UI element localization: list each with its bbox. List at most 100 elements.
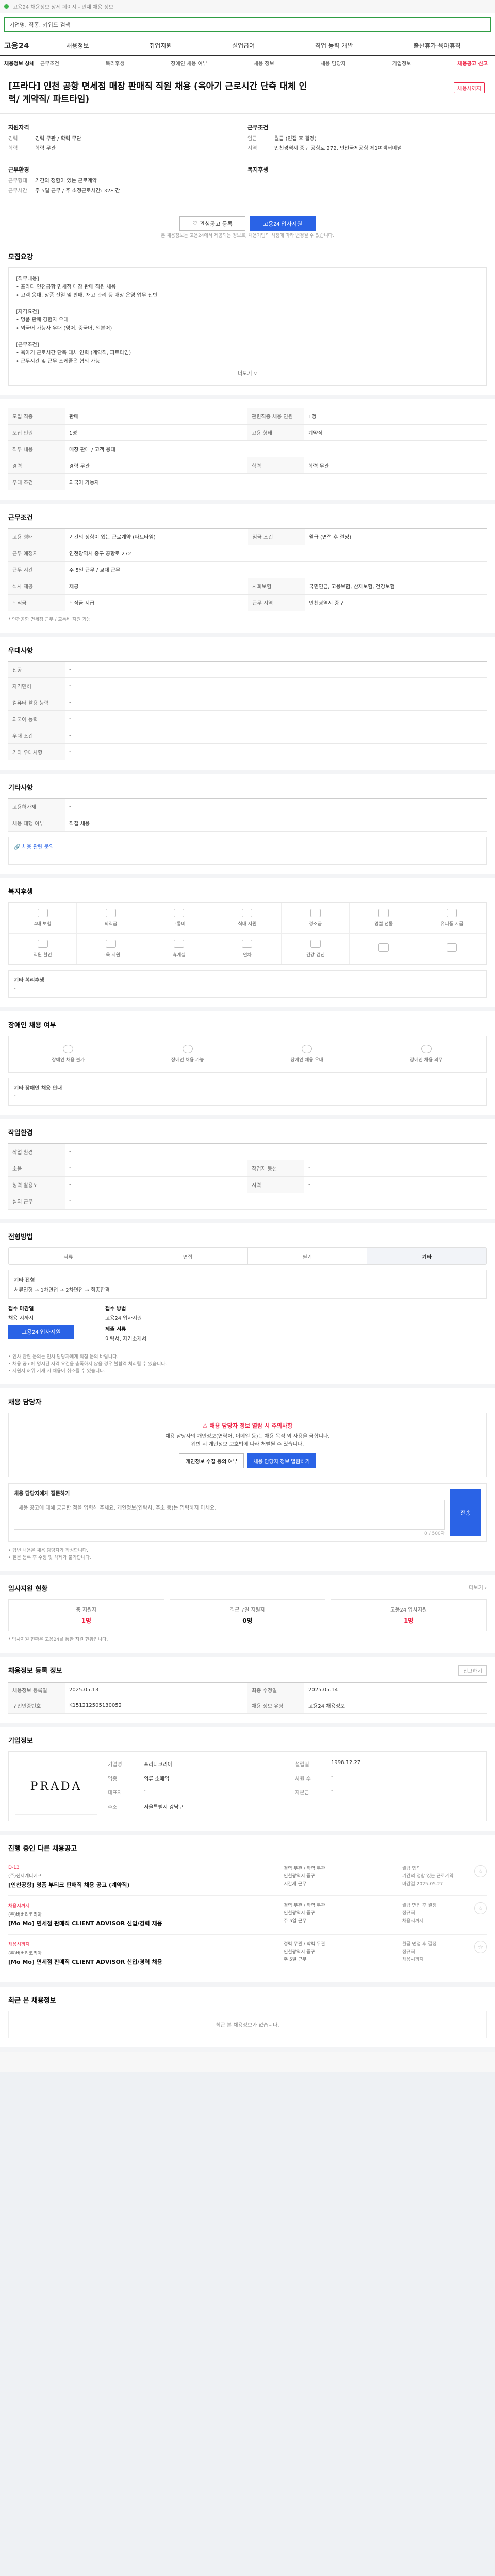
table-row: 컴퓨터 활용 능력 - <box>8 694 487 711</box>
table-value: 경력 무관 <box>65 457 248 474</box>
star-icon[interactable]: ☆ <box>474 1941 487 1953</box>
table-key: 채용 대행 여부 <box>8 815 65 832</box>
sub-nav-item-6[interactable]: 채용공고 신고 <box>457 59 488 67</box>
job-title: [프라다] 인천 공항 면세점 매장 판매직 직원 채용 (육아기 근로시간 단… <box>8 81 307 105</box>
table-row: 자격면허 - <box>8 677 487 694</box>
desc-line: • 외국어 가능자 우대 (영어, 중국어, 일본어) <box>16 326 112 331</box>
company-value: - <box>331 1774 333 1780</box>
welfare-label: 식대 지원 <box>238 922 257 927</box>
sub-nav-item-4[interactable]: 채용 담당자 <box>321 59 346 67</box>
summary-key: 지역 <box>248 146 257 151</box>
table-key: 퇴직금 <box>8 594 65 611</box>
nav-item-4[interactable]: 출산휴가·육아휴직 <box>410 41 464 50</box>
site-logo[interactable]: 고용24 <box>4 40 36 51</box>
view-contact-button[interactable]: 채용 담당자 정보 열람하기 <box>247 1453 316 1468</box>
nav-item-1[interactable]: 취업지원 <box>146 41 175 50</box>
job-item[interactable]: D-13 (주)신세계디에프 [인천공항] 명품 부티크 판매직 채용 공고 (계약… <box>8 1859 487 1896</box>
nav-item-0[interactable]: 채용정보 <box>63 41 92 50</box>
star-icon[interactable]: ☆ <box>474 1902 487 1914</box>
table-row: 외국어 능력 - <box>8 710 487 727</box>
stat-label: 총 지원자 <box>76 1607 97 1613</box>
star-icon[interactable]: ☆ <box>474 1865 487 1877</box>
reg-value: 2025.05.14 <box>304 1683 487 1698</box>
table-value: 1명 <box>65 424 248 441</box>
welfare-label: 경조금 <box>309 922 322 927</box>
table-value: - <box>65 1176 248 1193</box>
summary-row: 근무시간 주 5일 근무 / 주 소정근로시간: 32시간 <box>8 188 248 195</box>
job-meta: 경력 무관 / 학력 무관 인천광역시 중구 주 5일 근무 <box>284 1903 325 1924</box>
desc-more-button[interactable]: 더보기 ∨ <box>16 370 479 378</box>
sub-nav-item-3[interactable]: 채용 정보 <box>254 59 274 67</box>
scrap-button[interactable]: ♡ 관심공고 등록 <box>179 216 245 231</box>
job-title-link[interactable]: [Mo Mo] 면세점 판매직 CLIENT ADVISOR 신입/경력 채용 <box>8 1958 194 1967</box>
company-value <box>329 1801 480 1815</box>
summary-left-title2: 근무환경 <box>8 166 29 173</box>
consent-button[interactable]: 개인정보 수집 동의 여부 <box>179 1453 244 1468</box>
welfare-label: 건강 검진 <box>306 953 325 958</box>
summary-row: 임금 월급 (면접 후 결정) <box>248 135 487 143</box>
table-value: 제공 <box>65 578 249 595</box>
desc-line: • 명품 판매 경험자 우대 <box>16 317 69 323</box>
summary-row: 경력 경력 무관 / 학력 무관 <box>8 135 248 143</box>
reg-key: 채용 정보 유형 <box>248 1698 304 1714</box>
sub-nav-item-5[interactable]: 기업정보 <box>392 59 411 67</box>
stats-title: 입사지원 현황 더보기 › <box>8 1583 487 1593</box>
summary-row: 학력 학력 무관 <box>8 145 248 152</box>
welfare-item <box>418 934 486 964</box>
hist-tab-1[interactable]: 면접 <box>128 1248 248 1264</box>
welfare-item: 유니폼 지급 <box>418 903 486 934</box>
desc-line: [자격요건] <box>16 309 39 315</box>
top-status-text: 고용24 채용정보 상세 페이지 - 인재 채용 정보 <box>13 5 113 10</box>
table-row: 실외 근무 - <box>8 1193 487 1210</box>
stats-more[interactable]: 더보기 › <box>469 1583 487 1593</box>
welfare-item: 식대 지원 <box>213 903 282 934</box>
barrier-item: 장애인 채용 우대 <box>248 1036 367 1072</box>
company-value: 의류 소매업 <box>144 1776 170 1782</box>
qa-send-button[interactable]: 전송 <box>450 1489 481 1536</box>
apply-button[interactable]: 고용24 입사지원 <box>250 216 316 231</box>
sub-nav-item-2[interactable]: 장애인 채용 여부 <box>171 59 207 67</box>
desc-title: 모집요강 <box>8 253 33 261</box>
barrier-grid: 장애인 채용 불가 장애인 채용 가능 장애인 채용 우대 장애인 채용 의무 <box>8 1036 487 1073</box>
table-row: 모집 인원 1명 고용 형태 계약직 <box>8 424 487 441</box>
summary-left-rows: 경력 경력 무관 / 학력 무관학력 학력 무관 <box>8 135 248 152</box>
nav-item-3[interactable]: 직업 능력 개발 <box>312 41 356 50</box>
report-button[interactable]: 신고하기 <box>458 1665 487 1676</box>
welfare-label: 퇴직금 <box>104 922 118 927</box>
table-row: 경력 경력 무관 학력 학력 무관 <box>8 457 487 474</box>
welfare-title: 복지후생 <box>8 888 33 896</box>
apply-button-2[interactable]: 고용24 입사지원 <box>8 1325 74 1339</box>
job-title-link[interactable]: [인천공항] 명품 부티크 판매직 채용 공고 (계약직) <box>8 1881 194 1889</box>
hist-tab-3[interactable]: 기타 <box>367 1248 486 1264</box>
contact-title: 채용 담당자 <box>8 1399 42 1406</box>
sub-nav-item-1[interactable]: 복리후생 <box>106 59 125 67</box>
job-title-link[interactable]: [Mo Mo] 면세점 판매직 CLIENT ADVISOR 신입/경력 채용 <box>8 1920 194 1928</box>
welfare-item: 명절 선물 <box>350 903 418 934</box>
qa-input[interactable]: 채용 공고에 대해 궁금한 점을 입력해 주세요. 개인정보(연락처, 주소 등… <box>14 1500 445 1530</box>
company-key: 업종 <box>108 1776 118 1782</box>
summary-value: 주 5일 근무 / 주 소정근로시간: 32시간 <box>35 188 120 194</box>
company-key: 주소 <box>108 1804 118 1810</box>
search-input[interactable]: 기업명, 직종, 키워드 검색 <box>4 16 491 32</box>
job-title-block: [프라다] 인천 공항 면세점 매장 판매직 직원 채용 (육아기 근로시간 단… <box>0 71 495 114</box>
summary-key: 근무형태 <box>8 178 27 184</box>
sub-nav-item-0[interactable]: 근무조건 <box>40 59 59 67</box>
barrier-item: 장애인 채용 의무 <box>367 1036 486 1072</box>
link-icon: 🔗 <box>14 844 21 850</box>
company-value: 프라다코리아 <box>144 1762 173 1768</box>
reg-grid: 채용정보 등록일 2025.05.13 최종 수정일 2025.05.14 구인인증번호… <box>8 1682 487 1714</box>
hist-tab-0[interactable]: 서류 <box>9 1248 128 1264</box>
welfare-label: 교통비 <box>172 922 186 927</box>
nav-item-2[interactable]: 실업급여 <box>229 41 258 50</box>
footer <box>0 2052 495 2072</box>
job-item[interactable]: 채용시까지 (주)버버리코리아 [Mo Mo] 면세점 판매직 CLIENT ADV… <box>8 1935 487 1973</box>
summary-right-title: 근무조건 <box>248 124 269 131</box>
hist-tab-2[interactable]: 필기 <box>248 1248 368 1264</box>
accessibility-icon <box>421 1045 432 1053</box>
welfare-icon <box>378 909 389 917</box>
job-right: 월급 면접 후 결정 정규직 채용시까지 <box>402 1903 437 1924</box>
etc-link[interactable]: 채용 관련 문의 <box>22 844 54 850</box>
section-recruit: 모집 직종 판매 관련직종 채용 인원 1명 모집 인원 1명 고용 형태 계약직 직무 내용 매… <box>0 399 495 504</box>
note-line: • 답변 내용은 채용 담당자가 작성합니다. <box>8 1548 88 1553</box>
job-item[interactable]: 채용시까지 (주)버버리코리아 [Mo Mo] 면세점 판매직 CLIENT ADV… <box>8 1896 487 1935</box>
